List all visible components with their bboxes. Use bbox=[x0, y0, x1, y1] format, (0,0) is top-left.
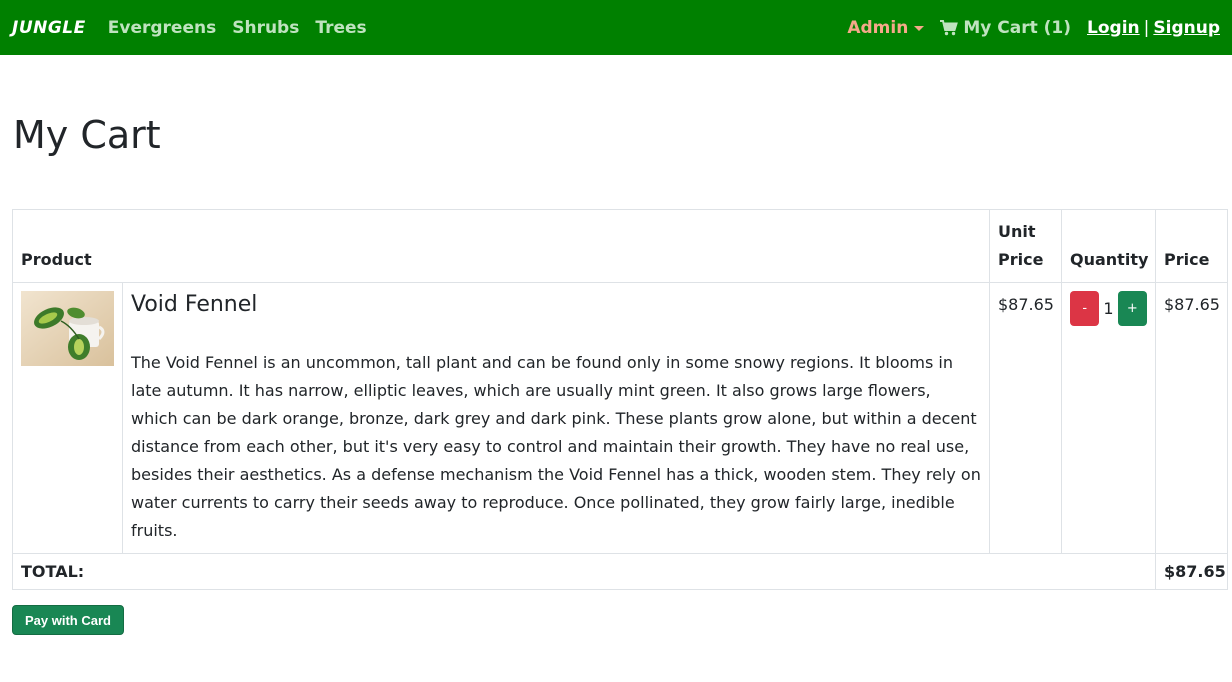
shopping-cart-icon bbox=[940, 19, 959, 36]
cart-table: Product Unit Price Quantity Price Void F… bbox=[12, 209, 1228, 590]
header-price: Price bbox=[1155, 209, 1228, 283]
caret-down-icon bbox=[914, 26, 925, 31]
cart-header-row: Product Unit Price Quantity Price bbox=[12, 209, 1228, 283]
nav-link-trees[interactable]: Trees bbox=[315, 18, 366, 38]
header-product: Product bbox=[12, 209, 990, 283]
product-name[interactable]: Void Fennel bbox=[131, 291, 981, 319]
auth-separator: | bbox=[1143, 17, 1150, 38]
my-cart-link[interactable]: My Cart (1) bbox=[940, 18, 1071, 38]
nav-right: Admin My Cart (1) Login | Signup bbox=[847, 18, 1220, 38]
login-link[interactable]: Login bbox=[1087, 18, 1140, 38]
header-quantity: Quantity bbox=[1061, 209, 1156, 283]
product-description: The Void Fennel is an uncommon, tall pla… bbox=[131, 353, 981, 540]
total-row: TOTAL: $87.65 bbox=[12, 553, 1228, 590]
admin-dropdown[interactable]: Admin bbox=[847, 17, 925, 38]
quantity-cell: - 1 + bbox=[1061, 282, 1156, 554]
quantity-value: 1 bbox=[1103, 299, 1114, 318]
cart-item-row: Void Fennel The Void Fennel is an uncomm… bbox=[12, 282, 1228, 554]
product-image[interactable] bbox=[21, 291, 114, 366]
line-price-cell: $87.65 bbox=[1155, 282, 1228, 554]
pay-with-card-button[interactable]: Pay with Card bbox=[12, 605, 124, 635]
auth-links: Login | Signup bbox=[1087, 18, 1220, 38]
header-unit-price: Unit Price bbox=[989, 209, 1062, 283]
brand-logo[interactable]: JUNGLE bbox=[12, 18, 86, 38]
page-content: My Cart Product Unit Price Quantity Pric… bbox=[0, 113, 1232, 635]
product-image-cell bbox=[12, 282, 123, 554]
category-nav: Evergreens Shrubs Trees bbox=[108, 18, 367, 38]
total-value: $87.65 bbox=[1155, 553, 1228, 590]
product-info-cell: Void Fennel The Void Fennel is an uncomm… bbox=[122, 282, 990, 554]
nav-link-shrubs[interactable]: Shrubs bbox=[232, 18, 299, 38]
quantity-stepper: - 1 + bbox=[1070, 291, 1147, 326]
total-label: TOTAL: bbox=[12, 553, 1156, 590]
unit-price-cell: $87.65 bbox=[989, 282, 1062, 554]
decrease-quantity-button[interactable]: - bbox=[1070, 291, 1100, 326]
signup-link[interactable]: Signup bbox=[1153, 18, 1220, 38]
my-cart-label: My Cart (1) bbox=[963, 17, 1072, 38]
increase-quantity-button[interactable]: + bbox=[1117, 291, 1147, 326]
nav-link-evergreens[interactable]: Evergreens bbox=[108, 18, 216, 38]
admin-label: Admin bbox=[847, 17, 909, 38]
page-title: My Cart bbox=[13, 113, 161, 157]
top-navbar: JUNGLE Evergreens Shrubs Trees Admin My … bbox=[0, 0, 1232, 55]
